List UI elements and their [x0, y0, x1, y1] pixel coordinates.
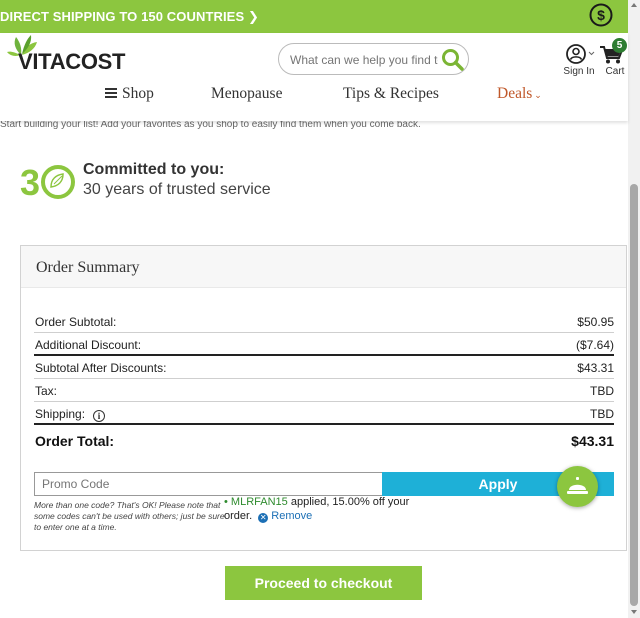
promo-text[interactable]: DIRECT SHIPPING TO 150 COUNTRIES ❯	[0, 9, 259, 25]
main-nav: Shop Menopause Tips & Recipes Deals ⌄	[0, 83, 628, 107]
service-bell-icon	[567, 477, 588, 494]
nav-shop-label: Shop	[122, 85, 154, 102]
summary-row-value: TBD	[590, 384, 614, 398]
summary-rows: Order Subtotal: $50.95 Additional Discou…	[34, 310, 614, 455]
cart-button[interactable]: 5 Cart	[597, 38, 627, 79]
promo-code-form: Apply	[34, 472, 614, 496]
help-button[interactable]	[557, 466, 598, 507]
search-box	[278, 43, 469, 75]
chevron-down-icon: ⌄	[534, 90, 542, 100]
close-circle-icon: ✕	[258, 513, 269, 523]
promo-bar[interactable]: DIRECT SHIPPING TO 150 COUNTRIES ❯ $	[0, 0, 640, 33]
shipping-label: Shipping:	[35, 407, 86, 421]
nav-tips-recipes[interactable]: Tips & Recipes	[343, 85, 439, 103]
summary-row-total: Order Total: $43.31	[34, 425, 614, 455]
order-summary-header: Order Summary	[21, 246, 626, 288]
order-summary-title: Order Summary	[36, 259, 140, 276]
summary-row-value: ($7.64)	[575, 338, 614, 352]
user-icon	[566, 44, 595, 64]
page-scrollbar[interactable]	[628, 0, 640, 618]
menu-icon	[105, 88, 117, 98]
cart-count-badge: 5	[612, 38, 627, 53]
summary-row-label: Shipping: i	[35, 407, 106, 422]
search-input[interactable]	[290, 50, 438, 69]
logo-text: VITACOST	[18, 49, 126, 74]
remove-label: Remove	[271, 510, 313, 522]
svg-text:3: 3	[20, 163, 40, 201]
proceed-to-checkout-button[interactable]: Proceed to checkout	[225, 566, 422, 600]
chevron-right-icon: ❯	[247, 9, 259, 24]
summary-row-label: Tax:	[35, 384, 58, 398]
page-content: Start building your list! Add your favor…	[0, 121, 628, 618]
summary-row-label: Additional Discount:	[35, 338, 142, 352]
nav-shop[interactable]: Shop	[105, 85, 154, 103]
account-menu[interactable]: Sign In	[561, 43, 597, 79]
cart-label: Cart	[605, 66, 625, 77]
commit-title: Committed to you:	[83, 161, 225, 178]
summary-row-tax: Tax: TBD	[34, 379, 614, 402]
nav-menopause[interactable]: Menopause	[211, 85, 282, 103]
vitacost-logo[interactable]: VITACOST	[7, 33, 127, 81]
summary-row-after-discounts: Subtotal After Discounts: $43.31	[34, 356, 614, 379]
summary-row-subtotal: Order Subtotal: $50.95	[34, 310, 614, 333]
nav-deals-label: Deals	[497, 85, 533, 102]
site-header: VITACOST Sign In 5 Cart Shop Menopause T…	[0, 33, 628, 121]
thirty-years-icon: 3	[20, 163, 75, 201]
bullet-icon: •	[224, 496, 231, 508]
commit-subtitle: 30 years of trusted service	[83, 181, 271, 198]
summary-row-discount: Additional Discount: ($7.64)	[34, 333, 614, 356]
summary-row-label: Subtotal After Discounts:	[35, 361, 167, 375]
list-hint-text: Start building your list! Add your favor…	[0, 121, 421, 130]
scroll-up-icon[interactable]	[631, 3, 637, 7]
promo-bar-label: DIRECT SHIPPING TO 150 COUNTRIES	[0, 9, 245, 24]
search-icon[interactable]	[440, 47, 465, 72]
commitment-banner: 3 Committed to you: 30 years of trusted …	[20, 159, 320, 203]
sign-in-label: Sign In	[563, 66, 595, 77]
nav-deals[interactable]: Deals ⌄	[497, 85, 542, 103]
summary-row-value: TBD	[590, 407, 614, 421]
remove-promo-link[interactable]: ✕ Remove	[258, 510, 313, 523]
order-summary-panel: Order Summary Order Subtotal: $50.95 Add…	[20, 245, 627, 551]
summary-row-value: $43.31	[577, 361, 614, 375]
scroll-down-icon[interactable]	[631, 610, 637, 614]
dollar-circle-icon[interactable]: $	[589, 3, 613, 27]
promo-code-input[interactable]	[34, 472, 383, 496]
summary-row-label: Order Subtotal:	[35, 315, 117, 329]
promo-note: More than one code? That's OK! Please no…	[34, 500, 225, 532]
order-total-value: $43.31	[571, 433, 614, 449]
promo-applied-message: • MLRFAN15 applied, 15.00% off your orde…	[224, 495, 424, 523]
order-total-label: Order Total:	[35, 433, 115, 449]
summary-row-shipping: Shipping: i TBD	[34, 402, 614, 425]
info-icon[interactable]: i	[93, 410, 106, 422]
summary-row-value: $50.95	[577, 315, 614, 329]
scrollbar-thumb[interactable]	[630, 184, 638, 606]
applied-code: MLRFAN15	[230, 496, 288, 508]
svg-text:$: $	[597, 7, 605, 23]
